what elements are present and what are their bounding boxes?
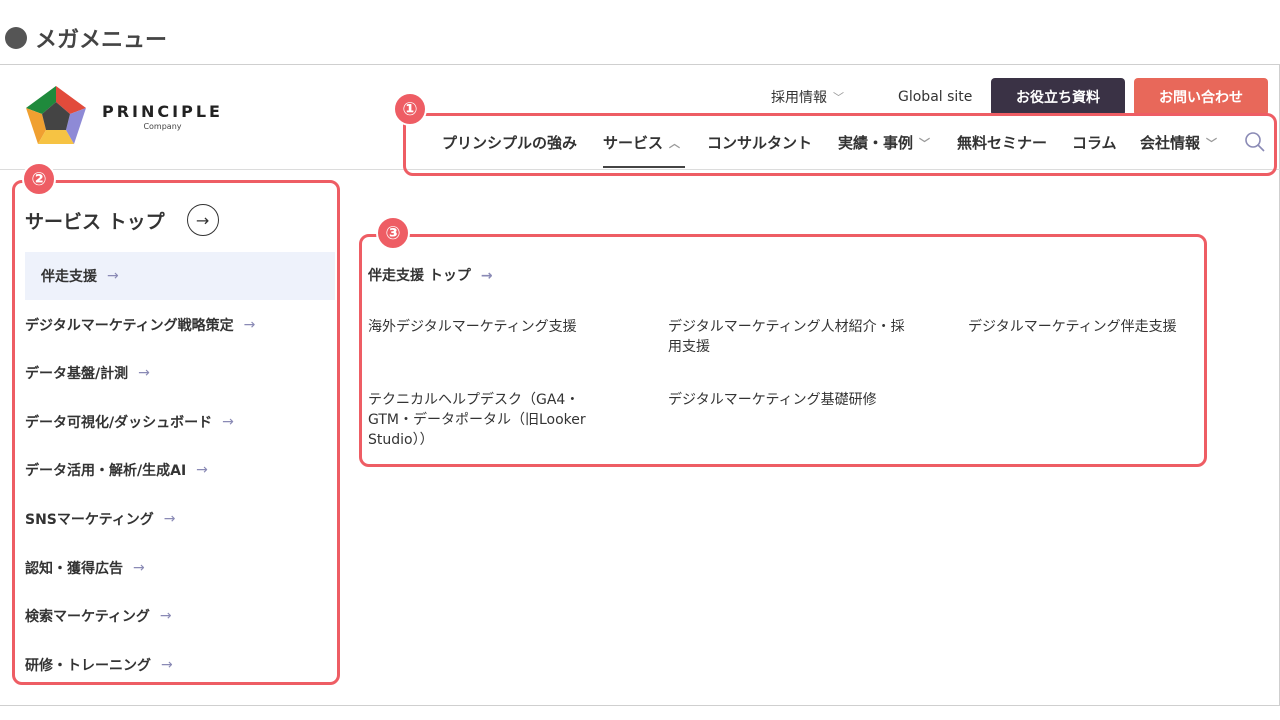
- pentagon-logo-icon: [26, 86, 86, 144]
- callout-box-2: [12, 180, 340, 685]
- chevron-down-icon: ﹀: [833, 91, 844, 104]
- slide-title: メガメニュー: [5, 22, 167, 54]
- callout-badge-1: ①: [393, 92, 427, 126]
- callout-badge-2: ②: [22, 162, 56, 196]
- callout-box-3: [359, 234, 1207, 467]
- contact-button[interactable]: お問い合わせ: [1134, 78, 1268, 116]
- slide-title-text: メガメニュー: [35, 28, 168, 53]
- logo[interactable]: PRINCIPLE Company: [24, 84, 223, 148]
- recruit-link[interactable]: 採用情報 ﹀: [771, 78, 844, 116]
- logo-brand: PRINCIPLE: [102, 101, 223, 121]
- callout-badge-3: ③: [376, 216, 410, 250]
- resources-button[interactable]: お役立ち資料: [991, 78, 1125, 116]
- global-site-link[interactable]: Global site: [898, 78, 972, 116]
- bullet-dot: [5, 27, 27, 49]
- logo-sub: Company: [143, 121, 182, 131]
- callout-box-1: [403, 113, 1277, 176]
